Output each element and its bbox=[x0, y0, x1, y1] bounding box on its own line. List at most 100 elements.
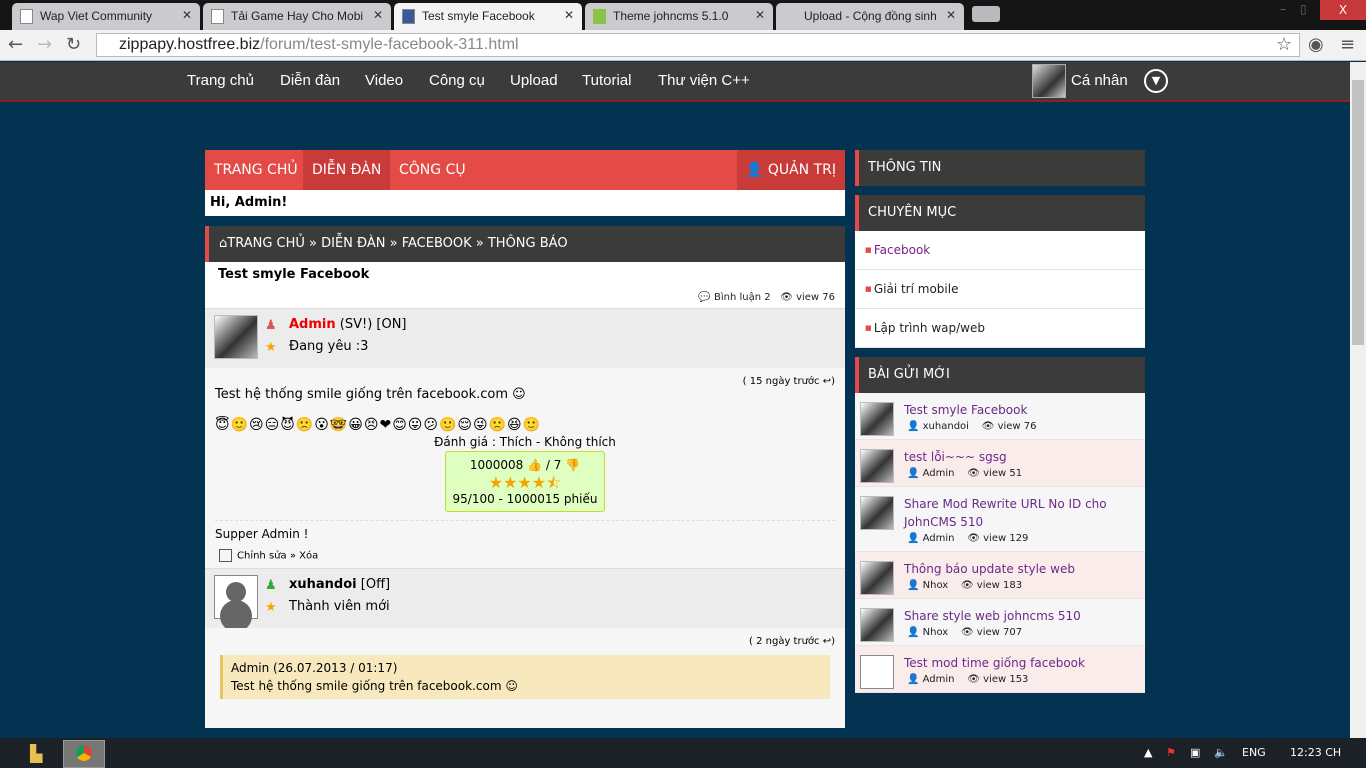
menu-forum[interactable]: DIỄN ĐÀN bbox=[303, 150, 391, 190]
close-tab-icon[interactable]: ✕ bbox=[946, 8, 956, 22]
nav-tools[interactable]: Công cụ bbox=[429, 72, 485, 89]
chrome-taskbar-button[interactable] bbox=[63, 740, 105, 768]
post-link[interactable]: Share style web johncms 510 bbox=[855, 599, 1145, 625]
author-status: Đang yêu :3 bbox=[289, 339, 369, 354]
browser-tab[interactable]: Upload - Cộng đồng sinh ✕ bbox=[776, 3, 964, 30]
site-navbar: Trang chủ Diễn đàn Video Công cụ Upload … bbox=[0, 62, 1350, 102]
eye-icon: 👁 bbox=[981, 421, 995, 432]
user-icon: 👤 bbox=[907, 674, 920, 685]
post-user[interactable]: xuhandoi bbox=[923, 421, 969, 432]
post-time[interactable]: ( 15 ngày trước ↩) bbox=[215, 376, 835, 387]
close-window-button[interactable]: X bbox=[1320, 0, 1366, 20]
new-tab-button[interactable] bbox=[972, 6, 1000, 22]
rating-stars[interactable]: ★★★★⯪ bbox=[446, 474, 604, 491]
category-link[interactable]: Lập trình wap/web bbox=[855, 309, 1145, 348]
page-icon bbox=[20, 9, 33, 24]
admin-icon: ♟ bbox=[265, 318, 277, 333]
new-post-item[interactable]: test lỗi~~~ sgsg 👤 Admin 👁 view 51 bbox=[855, 440, 1145, 487]
forum-menu: TRANG CHỦ DIỄN ĐÀN CÔNG CỤ 👤 QUẢN TRỊ bbox=[205, 150, 845, 190]
category-link[interactable]: Giải trí mobile bbox=[855, 270, 1145, 309]
post-body: ( 15 ngày trước ↩) Test hệ thống smile g… bbox=[205, 368, 845, 568]
nav-cpp-library[interactable]: Thư viện C++ bbox=[658, 72, 750, 89]
close-tab-icon[interactable]: ✕ bbox=[182, 8, 192, 22]
author-name[interactable]: xuhandoi bbox=[289, 577, 357, 592]
flag-icon[interactable]: ⚑ bbox=[1166, 746, 1176, 759]
menu-icon[interactable]: ≡ bbox=[1340, 34, 1355, 55]
eye-icon: 👁 bbox=[967, 468, 980, 479]
nav-upload[interactable]: Upload bbox=[510, 72, 558, 89]
new-post-item[interactable]: Share Mod Rewrite URL No ID cho JohnCMS … bbox=[855, 487, 1145, 552]
browser-tab-active[interactable]: Test smyle Facebook ✕ bbox=[394, 3, 582, 30]
rating-label: Đánh giá : Thích - Không thích bbox=[434, 435, 616, 449]
post-user[interactable]: Nhox bbox=[923, 627, 949, 638]
nav-home[interactable]: Trang chủ bbox=[187, 72, 254, 89]
new-post-item[interactable]: Thông báo update style web 👤 Nhox 👁 view… bbox=[855, 552, 1145, 599]
avatar[interactable] bbox=[1032, 64, 1066, 98]
scrollbar[interactable] bbox=[1350, 62, 1366, 738]
category-link[interactable]: Facebook bbox=[855, 231, 1145, 270]
select-checkbox[interactable] bbox=[219, 549, 232, 562]
scrollbar-thumb[interactable] bbox=[1352, 80, 1364, 345]
nav-forum[interactable]: Diễn đàn bbox=[280, 72, 340, 89]
language[interactable]: ENG bbox=[1242, 746, 1266, 759]
nav-profile[interactable]: Cá nhân bbox=[1071, 72, 1128, 89]
minimize-button[interactable]: – bbox=[1280, 2, 1286, 16]
avatar[interactable] bbox=[214, 315, 258, 359]
extension-icon[interactable]: ◉ bbox=[1308, 34, 1324, 55]
user-icon: 👤 bbox=[907, 580, 920, 591]
post-user[interactable]: Admin bbox=[923, 533, 955, 544]
post-link[interactable]: Share Mod Rewrite URL No ID cho JohnCMS … bbox=[855, 487, 1145, 531]
quote: Admin (26.07.2013 / 01:17) Test hệ thống … bbox=[220, 655, 830, 699]
post-views: view 707 bbox=[976, 627, 1023, 638]
post-link[interactable]: Thông báo update style web bbox=[855, 552, 1145, 578]
clock[interactable]: 12:23 CH bbox=[1290, 746, 1341, 759]
eye-icon: 👁 bbox=[780, 292, 793, 303]
network-icon[interactable]: ▣ bbox=[1190, 746, 1200, 759]
close-tab-icon[interactable]: ✕ bbox=[373, 8, 383, 22]
reload-icon[interactable]: ↻ bbox=[66, 34, 81, 55]
post-user[interactable]: Admin bbox=[923, 468, 955, 479]
post-link[interactable]: Test smyle Facebook bbox=[855, 393, 1145, 419]
like-dislike[interactable]: 1000008 👍 / 7 👎 bbox=[446, 457, 604, 474]
star-icon: ★ bbox=[265, 600, 277, 615]
maximize-button[interactable]: ▯ bbox=[1300, 2, 1307, 16]
menu-home[interactable]: TRANG CHỦ bbox=[205, 150, 307, 190]
tray-arrow-icon[interactable]: ▲ bbox=[1144, 746, 1152, 759]
nav-tutorial[interactable]: Tutorial bbox=[582, 72, 631, 89]
close-tab-icon[interactable]: ✕ bbox=[755, 8, 765, 22]
forward-icon[interactable]: → bbox=[37, 34, 52, 55]
post-user[interactable]: Admin bbox=[923, 674, 955, 685]
close-tab-icon[interactable]: ✕ bbox=[564, 8, 574, 22]
avatar[interactable] bbox=[214, 575, 258, 619]
post-time[interactable]: ( 2 ngày trước ↩) bbox=[215, 636, 835, 647]
user-icon: 👤 bbox=[907, 468, 920, 479]
delete-link[interactable]: Xóa bbox=[299, 551, 318, 562]
author-name[interactable]: Admin bbox=[289, 317, 336, 332]
new-post-item[interactable]: Test smyle Facebook 👤 xuhandoi 👁 view 76 bbox=[855, 393, 1145, 440]
post-views: view 183 bbox=[976, 580, 1023, 591]
browser-tab[interactable]: Theme johncms 5.1.0 ✕ bbox=[585, 3, 773, 30]
new-post-item[interactable]: Share style web johncms 510 👤 Nhox 👁 vie… bbox=[855, 599, 1145, 646]
post-user[interactable]: Nhox bbox=[923, 580, 949, 591]
new-post-item[interactable]: Test mod time giống facebook 👤 Admin 👁 v… bbox=[855, 646, 1145, 693]
user-icon: ♟ bbox=[265, 578, 277, 593]
bookmark-star-icon[interactable]: ☆ bbox=[1276, 34, 1292, 55]
author-status: Thành viên mới bbox=[289, 599, 390, 614]
post-link[interactable]: test lỗi~~~ sgsg bbox=[855, 440, 1145, 466]
browser-tab[interactable]: Tải Game Hay Cho Mobi ✕ bbox=[203, 3, 391, 30]
dropdown-icon[interactable]: ▼ bbox=[1144, 69, 1168, 93]
back-icon[interactable]: ← bbox=[8, 34, 23, 55]
avatar bbox=[860, 608, 894, 642]
user-icon: 👤 bbox=[907, 627, 920, 638]
loading-icon bbox=[784, 9, 797, 24]
menu-admin[interactable]: 👤 QUẢN TRỊ bbox=[736, 150, 845, 190]
browser-tab[interactable]: Wap Viet Community ✕ bbox=[12, 3, 200, 30]
url-input[interactable]: zippapy.hostfree.biz/forum/test-smyle-fa… bbox=[96, 33, 1300, 57]
menu-tools[interactable]: CÔNG CỤ bbox=[390, 150, 475, 190]
breadcrumb: ⌂TRANG CHỦ » DIỄN ĐÀN » FACEBOOK » THÔNG… bbox=[205, 226, 845, 262]
volume-icon[interactable]: 🔈 bbox=[1214, 746, 1228, 759]
file-explorer-icon[interactable]: ▙ bbox=[30, 744, 42, 763]
post-link[interactable]: Test mod time giống facebook bbox=[855, 646, 1145, 672]
edit-link[interactable]: Chỉnh sửa bbox=[237, 551, 287, 562]
nav-video[interactable]: Video bbox=[365, 72, 403, 89]
